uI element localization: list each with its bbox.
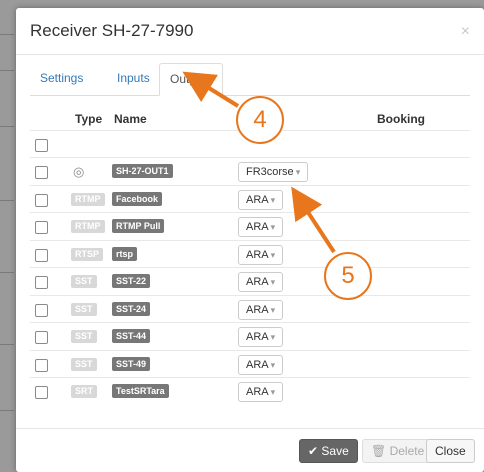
delete-button[interactable]: 🗑 Delete xyxy=(362,439,434,463)
booking-value: ARA xyxy=(246,303,269,316)
column-header-name: Name xyxy=(114,112,147,126)
target-icon: ◎ xyxy=(73,164,85,179)
close-button[interactable]: Close xyxy=(426,439,475,463)
table-row: RTSP rtsp ARA ▾ xyxy=(30,239,470,268)
column-header-type: Type xyxy=(75,112,103,126)
row-checkbox[interactable] xyxy=(35,193,48,207)
dialog-title: Receiver SH-27-7990 xyxy=(30,21,194,40)
type-badge: SST xyxy=(71,275,97,288)
output-name-badge: SST-49 xyxy=(112,356,151,371)
callout-4: 4 xyxy=(236,96,284,144)
row-checkbox[interactable] xyxy=(35,166,48,179)
chevron-down-icon: ▾ xyxy=(270,359,276,370)
receiver-dialog: Receiver SH-27-7990 × Settings Inputs Ou… xyxy=(16,8,484,472)
row-checkbox[interactable] xyxy=(35,276,48,289)
output-name-badge: Facebook xyxy=(112,191,163,206)
booking-dropdown[interactable]: ARA ▾ xyxy=(238,272,284,292)
booking-dropdown[interactable]: ARA ▾ xyxy=(238,354,284,375)
chevron-down-icon: ▾ xyxy=(270,277,276,287)
dialog-header: Receiver SH-27-7990 × xyxy=(16,8,484,55)
row-checkbox[interactable] xyxy=(35,248,48,262)
row-checkbox[interactable] xyxy=(35,303,48,317)
booking-value: ARA xyxy=(246,221,269,233)
output-name-badge: rtsp xyxy=(112,246,138,261)
type-badge: RTSP xyxy=(71,247,104,261)
booking-dropdown[interactable]: ARA ▾ xyxy=(238,189,284,210)
output-name-badge: TestSRTara xyxy=(112,384,169,398)
chevron-down-icon: ▾ xyxy=(270,222,276,232)
table-row: SST SST-44 ARA ▾ xyxy=(30,322,470,350)
column-header-booking: Booking xyxy=(377,112,425,126)
table-row: SRT TestSRTara ARA ▾ xyxy=(30,377,470,405)
save-button[interactable]: ✔ Save xyxy=(299,439,358,463)
type-badge: SRT xyxy=(71,385,97,398)
booking-value: ARA xyxy=(246,331,269,343)
booking-value: ARA xyxy=(246,276,269,288)
dialog-footer: ✔ Save 🗑 Delete Close xyxy=(16,428,484,472)
output-name-badge: SST-44 xyxy=(112,329,151,343)
chevron-down-icon: ▾ xyxy=(270,194,276,205)
row-checkbox[interactable] xyxy=(35,358,48,372)
table-row: SST SST-24 ARA ▾ xyxy=(30,294,470,323)
type-badge: SST xyxy=(71,302,97,316)
save-label: Save xyxy=(321,444,349,458)
booking-value: FR3corse xyxy=(246,166,294,178)
type-badge: SST xyxy=(71,357,97,371)
type-badge: RTMP xyxy=(71,220,105,233)
output-name-badge: SST-24 xyxy=(112,301,151,316)
callout-5: 5 xyxy=(324,252,372,300)
type-badge: SST xyxy=(71,330,97,343)
booking-dropdown[interactable]: ARA ▾ xyxy=(238,382,284,402)
booking-dropdown[interactable]: ARA ▾ xyxy=(238,327,284,347)
output-name-badge: RTMP Pull xyxy=(112,219,165,233)
row-checkbox[interactable] xyxy=(35,386,48,399)
table-row: RTMP Facebook ARA ▾ xyxy=(30,184,470,213)
chevron-down-icon: ▾ xyxy=(270,332,276,342)
table-row: ◎ SH-27-OUT1 FR3corse ▾ xyxy=(30,157,470,185)
booking-dropdown[interactable]: ARA ▾ xyxy=(238,244,284,265)
tab-inputs[interactable]: Inputs xyxy=(107,63,160,94)
booking-value: ARA xyxy=(246,358,269,371)
close-icon[interactable]: × xyxy=(461,23,470,41)
booking-value: ARA xyxy=(246,193,269,206)
chevron-down-icon: ▾ xyxy=(295,167,301,177)
check-icon: ✔ xyxy=(308,444,319,458)
type-badge: RTMP xyxy=(71,192,105,206)
booking-dropdown[interactable]: FR3corse ▾ xyxy=(238,162,309,182)
booking-dropdown[interactable]: ARA ▾ xyxy=(238,299,284,320)
output-name-badge: SST-22 xyxy=(112,274,151,288)
table-row: SST SST-49 ARA ▾ xyxy=(30,349,470,378)
row-checkbox[interactable] xyxy=(35,331,48,344)
tab-settings[interactable]: Settings xyxy=(30,63,93,94)
booking-value: ARA xyxy=(246,386,269,398)
output-name-badge: SH-27-OUT1 xyxy=(112,164,173,178)
tab-outputs[interactable]: Outputs xyxy=(159,63,224,96)
tab-bar: Settings Inputs Outputs xyxy=(30,63,470,96)
booking-value: ARA xyxy=(246,248,269,261)
table-row: SST SST-22 ARA ▾ xyxy=(30,267,470,295)
trash-icon: 🗑 xyxy=(371,444,387,458)
select-all-checkbox[interactable] xyxy=(35,139,48,152)
chevron-down-icon: ▾ xyxy=(270,249,276,260)
table-row: RTMP RTMP Pull ARA ▾ xyxy=(30,212,470,240)
row-checkbox[interactable] xyxy=(35,221,48,234)
chevron-down-icon: ▾ xyxy=(270,387,276,397)
booking-dropdown[interactable]: ARA ▾ xyxy=(238,217,284,237)
delete-label: Delete xyxy=(389,444,425,458)
chevron-down-icon: ▾ xyxy=(270,304,276,315)
